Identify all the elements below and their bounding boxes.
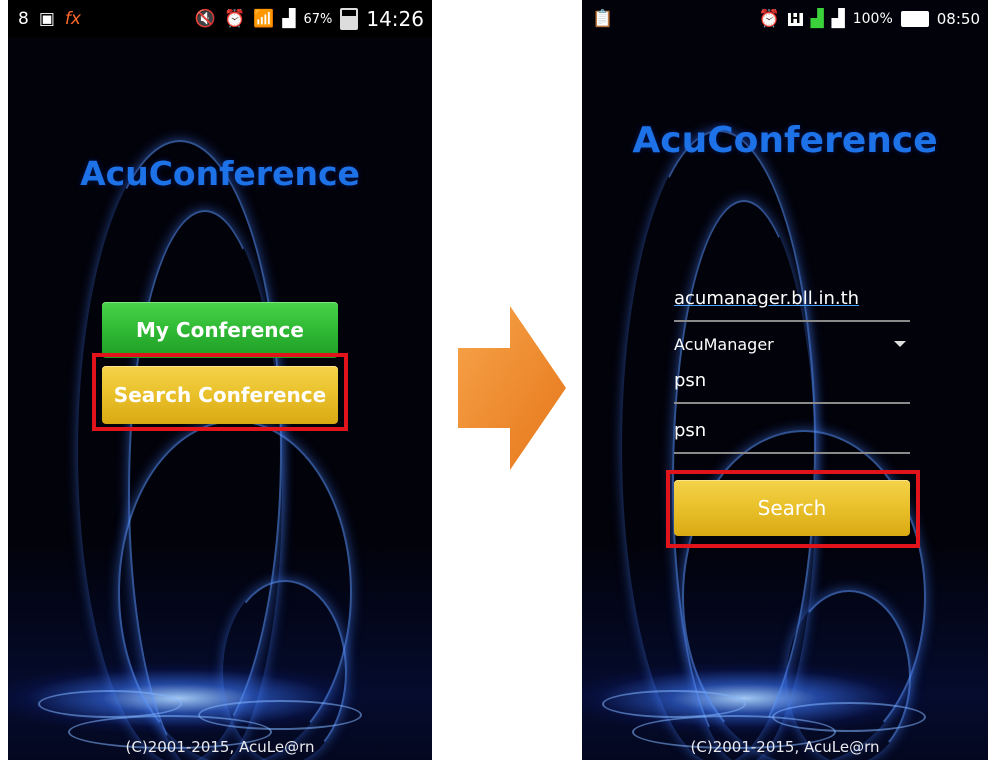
password-value: psn (674, 420, 707, 441)
server-value: acumanager.bll.in.th (674, 288, 860, 309)
battery-icon (340, 8, 359, 30)
app-title: AcuConference (632, 120, 938, 161)
hspa-icon: H (787, 11, 803, 27)
signal-icon: ▟ (831, 8, 845, 29)
highlight-box (92, 353, 348, 431)
wifi-icon: 📶 (253, 8, 275, 29)
left-phone-screen: 8 ▣ fx 🔇 ⏰ 📶 ▟ 67% 14:26 AcuConference M… (8, 0, 432, 760)
copyright-footer: (C)2001-2015, AcuLe@rn (125, 738, 315, 756)
water-ripple (602, 690, 746, 718)
highlight-box (666, 470, 920, 548)
right-phone-screen: 📋 ⏰ H ▟ ▟ 100% 08:50 AcuConference acuma… (582, 0, 988, 760)
server-type-select[interactable]: AcuManager (674, 334, 910, 354)
username-field[interactable]: psn (674, 370, 910, 404)
battery-percent: 100% (852, 11, 893, 27)
alarm-icon: ⏰ (758, 8, 780, 29)
status-time: 14:26 (366, 7, 424, 31)
copyright-footer: (C)2001-2015, AcuLe@rn (690, 738, 880, 756)
mute-icon: 🔇 (194, 8, 217, 29)
next-step-arrow-icon (458, 306, 566, 470)
my-conference-button[interactable]: My Conference (102, 302, 338, 358)
water-ripple (772, 702, 926, 732)
server-field[interactable]: acumanager.bll.in.th (674, 288, 910, 322)
fx-icon: fx (64, 8, 81, 29)
battery-percent: 67% (303, 11, 333, 27)
password-field[interactable]: psn (674, 420, 910, 454)
status-time: 08:50 (936, 10, 980, 28)
signal-icon: ▟ (810, 8, 824, 29)
clipboard-icon: 📋 (592, 8, 614, 29)
battery-icon (900, 11, 929, 27)
signal-icon: ▟ (282, 8, 296, 29)
water-ripple (198, 700, 362, 730)
app-title: AcuConference (80, 154, 360, 193)
gallery-icon: ▣ (38, 8, 55, 29)
notification-icon-8: 8 (18, 8, 29, 29)
dropdown-caret-icon (894, 341, 906, 347)
status-bar: 📋 ⏰ H ▟ ▟ 100% 08:50 (582, 0, 988, 38)
alarm-icon: ⏰ (224, 8, 246, 29)
username-value: psn (674, 370, 707, 391)
status-bar: 8 ▣ fx 🔇 ⏰ 📶 ▟ 67% 14:26 (8, 0, 432, 38)
water-ripple (38, 690, 182, 718)
server-type-selected: AcuManager (674, 334, 774, 354)
